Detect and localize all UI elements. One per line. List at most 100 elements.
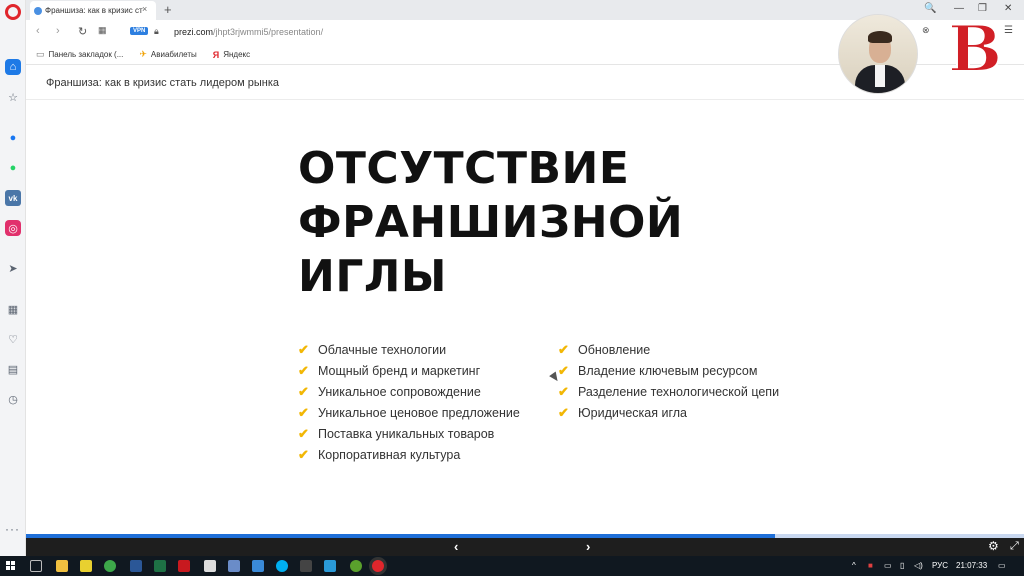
channel-logo: B [947,12,1003,87]
network-icon[interactable]: ▯ [900,561,904,570]
heading-line: ОТСУТСТВИЕ [298,143,630,194]
windows-taskbar: ^ ■ ▭ ▯ ◁) РУС 21:07:33 ▭ [0,556,1024,576]
close-circle-icon[interactable]: ⊗ [922,25,930,36]
screen: ⌂ ☆ ● ● vk ◎ ➤ ▦ ♡ ▤ ◷ ··· Франшиза: как… [0,0,1024,576]
bookmark-label: Панель закладок (... [48,50,124,59]
slide-heading: ОТСУТСТВИЕ ФРАНШИЗНОЙ ИГЛЫ [298,142,683,304]
sticky-notes-icon[interactable] [80,560,92,572]
next-slide-button[interactable]: › [586,539,590,554]
bookmark-label: Авиабилеты [150,50,197,59]
lock-icon[interactable]: 🔒︎ [154,26,159,37]
tab-close-icon[interactable]: × [142,4,147,14]
home-icon[interactable]: ⌂ [5,59,21,75]
app-icon[interactable] [228,560,240,572]
check-icon: ✔ [558,342,569,357]
reload-icon[interactable]: ↻ [78,25,87,38]
instagram-icon[interactable]: ◎ [5,220,21,236]
fullscreen-icon[interactable]: ⤢ [1010,540,1019,553]
check-icon: ✔ [298,447,309,462]
list-item: ✔ Поставка уникальных товаров [298,426,495,441]
tab-title: Франшиза: как в кризис ст [45,6,143,15]
yandex-icon: Я [212,49,220,60]
messenger-icon[interactable]: ● [5,130,21,146]
list-item: ✔ Уникальное сопровождение [298,384,481,399]
search-icon[interactable]: 🔍 [924,3,936,14]
grid-icon[interactable]: ▦ [5,301,21,317]
bookmark-yandex[interactable]: Я Яндекс [213,50,250,60]
notifications-icon[interactable]: ▭ [998,561,1006,570]
list-item: ✔ Уникальное ценовое предложение [298,405,520,420]
file-explorer-icon[interactable] [56,560,68,572]
folder-icon: ▭ [36,49,45,59]
bookmark-label: Яндекс [223,50,251,59]
heading-line: ФРАНШИЗНОЙ [298,197,684,248]
tabs-grid-icon[interactable]: ▦ [98,25,107,36]
news-icon[interactable]: ▤ [5,361,21,377]
check-icon: ✔ [298,426,309,441]
tray-app-icon[interactable]: ■ [868,561,873,570]
bookmark-folder[interactable]: ▭ Панель закладок (... [36,49,123,60]
list-item: ✔ Юридическая игла [558,405,688,420]
vk-icon[interactable]: vk [5,190,21,206]
task-view-icon[interactable] [30,560,42,572]
skype-icon[interactable] [276,560,288,572]
heading-line: ИГЛЫ [298,251,447,302]
volume-icon[interactable]: ◁) [914,561,923,570]
left-list: ✔ Облачные технологии ✔ Мощный бренд и мар… [298,342,520,468]
pdf-icon[interactable] [178,560,190,572]
star-icon[interactable]: ☆ [5,89,21,105]
monitor-icon[interactable] [252,560,264,572]
url-host: prezi.com [174,27,214,37]
forward-icon[interactable]: › [56,25,60,37]
calculator-icon[interactable] [204,560,216,572]
history-icon[interactable]: ◷ [5,391,21,407]
opera-logo-icon[interactable] [5,4,21,20]
chevron-up-icon[interactable]: ^ [852,561,856,570]
check-icon: ✔ [298,342,309,357]
tray-app-icon[interactable]: ▭ [884,561,892,570]
presentation-nav: ‹ › ⚙ ⤢ [26,538,1024,556]
send-icon[interactable]: ➤ [5,260,21,276]
check-icon: ✔ [558,384,569,399]
list-item: ✔ Корпоративная культура [298,447,461,462]
globe-icon [34,6,42,15]
list-item: ✔ Разделение технологической цепи [558,384,780,399]
bookmark-aviabilety[interactable]: ✈ Авиабилеты [139,49,196,60]
app-icon[interactable] [324,560,336,572]
previous-slide-button[interactable]: ‹ [454,539,458,554]
clock[interactable]: 21:07:33 [956,561,987,570]
presentation-title: Франшиза: как в кризис стать лидером рын… [46,77,280,89]
tab-active[interactable]: Франшиза: как в кризис ст [30,1,156,20]
check-icon: ✔ [298,363,309,378]
list-item: ✔ Обновление [558,342,651,357]
excel-icon[interactable] [154,560,166,572]
more-icon[interactable]: ··· [5,522,20,536]
plane-icon: ✈ [139,49,147,59]
word-icon[interactable] [130,560,142,572]
menu-icon[interactable]: ☰ [1004,25,1013,36]
close-window-button[interactable]: ✕ [1004,3,1012,14]
webcam-overlay [838,14,918,94]
language-indicator[interactable]: РУС [932,561,948,570]
opera-sidebar: ⌂ ☆ ● ● vk ◎ ➤ ▦ ♡ ▤ ◷ ··· [0,0,26,556]
url-field[interactable]: prezi.com/jhpt3rjwmmi5/presentation/ [174,27,323,37]
slide: ОТСУТСТВИЕ ФРАНШИЗНОЙ ИГЛЫ ✔ Облачные тех… [26,100,1024,534]
list-item: ✔ Владение ключевым ресурсом [558,363,758,378]
check-icon: ✔ [298,405,309,420]
new-tab-button[interactable]: + [164,2,172,17]
list-item: ✔ Облачные технологии [298,342,447,357]
whatsapp-icon[interactable]: ● [5,160,21,176]
heart-icon[interactable]: ♡ [5,331,21,347]
vpn-badge[interactable]: VPN [130,27,149,35]
back-icon[interactable]: ‹ [36,25,40,37]
check-icon: ✔ [558,405,569,420]
url-path: /jhpt3rjwmmi5/presentation/ [213,27,324,37]
opera-taskbar-icon[interactable] [372,560,384,572]
list-item: ✔ Мощный бренд и маркетинг [298,363,481,378]
app-icon[interactable] [300,560,312,572]
app-icon[interactable] [350,560,362,572]
windows-start-icon[interactable] [6,561,16,571]
settings-icon[interactable]: ⚙ [988,539,999,553]
right-list: ✔ Обновление ✔ Владение ключевым ресурсом … [558,342,779,426]
chrome-icon[interactable] [104,560,116,572]
